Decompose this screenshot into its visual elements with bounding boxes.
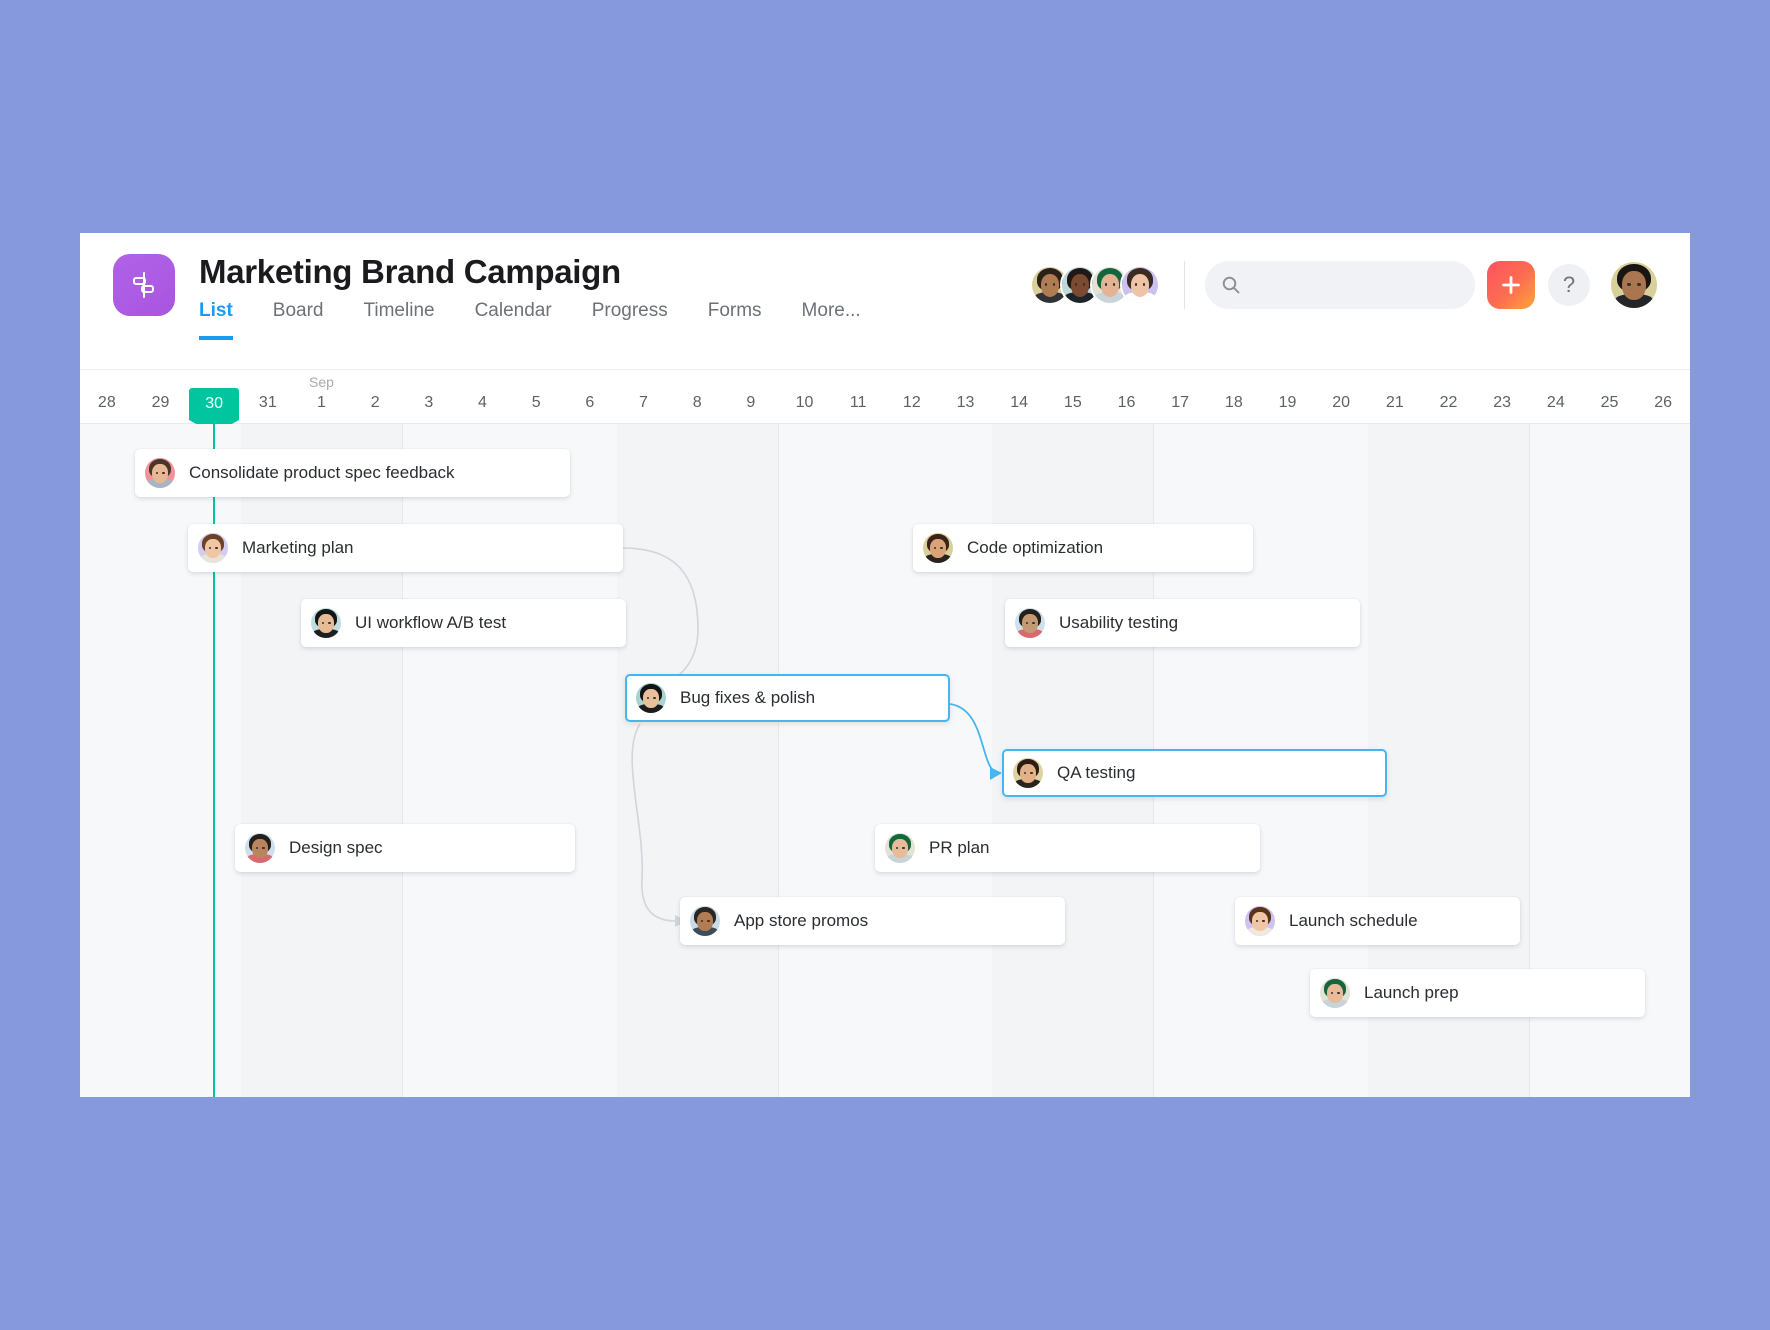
task-label: Code optimization: [967, 538, 1104, 557]
ruler-day-10[interactable]: 10: [796, 394, 814, 412]
task-assignee-avatar[interactable]: [885, 833, 915, 863]
add-button[interactable]: [1487, 261, 1535, 309]
task-label: Bug fixes & polish: [680, 688, 816, 707]
task-assignee-avatar[interactable]: [923, 533, 953, 563]
ruler-day-17[interactable]: 17: [1171, 394, 1189, 412]
ruler-day-8[interactable]: 8: [693, 394, 702, 412]
task-label: Launch schedule: [1289, 911, 1418, 930]
member-avatar-group[interactable]: [1030, 265, 1160, 305]
ruler-day-4[interactable]: 4: [478, 394, 487, 412]
ruler-day-19[interactable]: 19: [1279, 394, 1297, 412]
project-app-window: Marketing Brand Campaign List Board Time…: [80, 233, 1690, 1097]
task-assignee-avatar[interactable]: [1015, 608, 1045, 638]
tab-board[interactable]: Board: [273, 299, 324, 340]
task-label: QA testing: [1057, 763, 1136, 782]
search-input[interactable]: [1241, 261, 1475, 309]
task-assignee-avatar[interactable]: [636, 683, 666, 713]
dependency-bug-fixes-to-qa-testing: [949, 703, 997, 774]
current-user-avatar[interactable]: [1611, 262, 1657, 308]
task-bar-design-spec[interactable]: Design spec: [235, 824, 575, 872]
tab-progress[interactable]: Progress: [592, 299, 668, 340]
app-header: Marketing Brand Campaign List Board Time…: [80, 233, 1690, 370]
ruler-day-25[interactable]: 25: [1601, 394, 1619, 412]
search-box[interactable]: [1205, 261, 1475, 309]
ruler-day-6[interactable]: 6: [585, 394, 594, 412]
task-label: App store promos: [734, 911, 869, 930]
task-assignee-avatar[interactable]: [1245, 906, 1275, 936]
task-bar-marketing-plan[interactable]: Marketing plan: [188, 524, 623, 572]
ruler-day-7[interactable]: 7: [639, 394, 648, 412]
ruler-day-29[interactable]: 29: [152, 394, 170, 412]
task-bar-usability-testing[interactable]: Usability testing: [1005, 599, 1360, 647]
ruler-day-23[interactable]: 23: [1493, 394, 1511, 412]
ruler-day-11[interactable]: 11: [850, 394, 867, 412]
task-label: Consolidate product spec feedback: [189, 463, 455, 482]
task-label: Usability testing: [1059, 613, 1179, 632]
ruler-day-18[interactable]: 18: [1225, 394, 1243, 412]
task-bar-code-optimization[interactable]: Code optimization: [913, 524, 1253, 572]
timeline-canvas: Consolidate product spec feedback Marketi…: [80, 424, 1690, 1097]
task-bar-consolidate-product-spec-feedback[interactable]: Consolidate product spec feedback: [135, 449, 570, 497]
task-bar-pr-plan[interactable]: PR plan: [875, 824, 1260, 872]
ruler-day-28[interactable]: 28: [98, 394, 116, 412]
ruler-day-21[interactable]: 21: [1386, 394, 1404, 412]
task-assignee-avatar[interactable]: [145, 458, 175, 488]
ruler-day-3[interactable]: 3: [424, 394, 433, 412]
task-bar-qa-testing[interactable]: QA testing: [1002, 749, 1387, 797]
ruler-day-9[interactable]: 9: [746, 394, 755, 412]
ruler-day-12[interactable]: 12: [903, 394, 921, 412]
ruler-day-16[interactable]: 16: [1118, 394, 1136, 412]
task-bar-bug-fixes-and-polish[interactable]: Bug fixes & polish: [625, 674, 950, 722]
ruler-day-22[interactable]: 22: [1440, 394, 1458, 412]
task-assignee-avatar[interactable]: [245, 833, 275, 863]
timeline-gridline-4: [777, 424, 779, 1097]
tab-forms[interactable]: Forms: [708, 299, 762, 340]
tab-more[interactable]: More...: [802, 299, 861, 340]
ruler-day-today[interactable]: 30: [189, 388, 240, 434]
task-assignee-avatar[interactable]: [690, 906, 720, 936]
member-avatar-4[interactable]: [1120, 265, 1160, 305]
ruler-day-2[interactable]: 2: [371, 394, 380, 412]
header-divider: [1184, 261, 1185, 309]
task-bar-launch-schedule[interactable]: Launch schedule: [1235, 897, 1520, 945]
task-label: Launch prep: [1364, 983, 1459, 1002]
task-label: Marketing plan: [242, 538, 354, 557]
ruler-day-15[interactable]: 15: [1064, 394, 1082, 412]
workflow-branch-icon[interactable]: [113, 254, 175, 316]
ruler-day-13[interactable]: 13: [957, 394, 975, 412]
task-bar-app-store-promos[interactable]: App store promos: [680, 897, 1065, 945]
search-icon: [1222, 276, 1240, 294]
task-assignee-avatar[interactable]: [311, 608, 341, 638]
task-label: PR plan: [929, 838, 990, 857]
timeline-week-band-2: [616, 424, 778, 1097]
plus-icon: [1502, 276, 1520, 294]
ruler-day-20[interactable]: 20: [1332, 394, 1350, 412]
task-label: UI workflow A/B test: [355, 613, 507, 632]
help-button[interactable]: ?: [1548, 264, 1590, 306]
ruler-day-31[interactable]: 31: [259, 394, 277, 412]
task-assignee-avatar[interactable]: [1320, 978, 1350, 1008]
view-tabs: List Board Timeline Calendar Progress Fo…: [199, 299, 901, 340]
task-assignee-avatar[interactable]: [1013, 758, 1043, 788]
tab-list[interactable]: List: [199, 299, 233, 340]
tab-calendar[interactable]: Calendar: [475, 299, 552, 340]
page-title: Marketing Brand Campaign: [199, 253, 621, 290]
tab-timeline[interactable]: Timeline: [363, 299, 434, 340]
task-assignee-avatar[interactable]: [198, 533, 228, 563]
ruler-day-24[interactable]: 24: [1547, 394, 1565, 412]
ruler-day-26[interactable]: 26: [1654, 394, 1672, 412]
task-bar-ui-workflow-ab-test[interactable]: UI workflow A/B test: [301, 599, 626, 647]
ruler-day-5[interactable]: 5: [532, 394, 541, 412]
ruler-month-label: Sep: [309, 374, 334, 390]
task-label: Design spec: [289, 838, 383, 857]
ruler-day-14[interactable]: 14: [1010, 394, 1028, 412]
task-bar-launch-prep[interactable]: Launch prep: [1310, 969, 1645, 1017]
ruler-day-1[interactable]: 1: [317, 394, 326, 412]
date-ruler: 28 29 30 31 1 Sep 2 3 4 5 6 7 8 9 10 11 12 13 14 15 16 17 18 19…: [80, 370, 1690, 434]
